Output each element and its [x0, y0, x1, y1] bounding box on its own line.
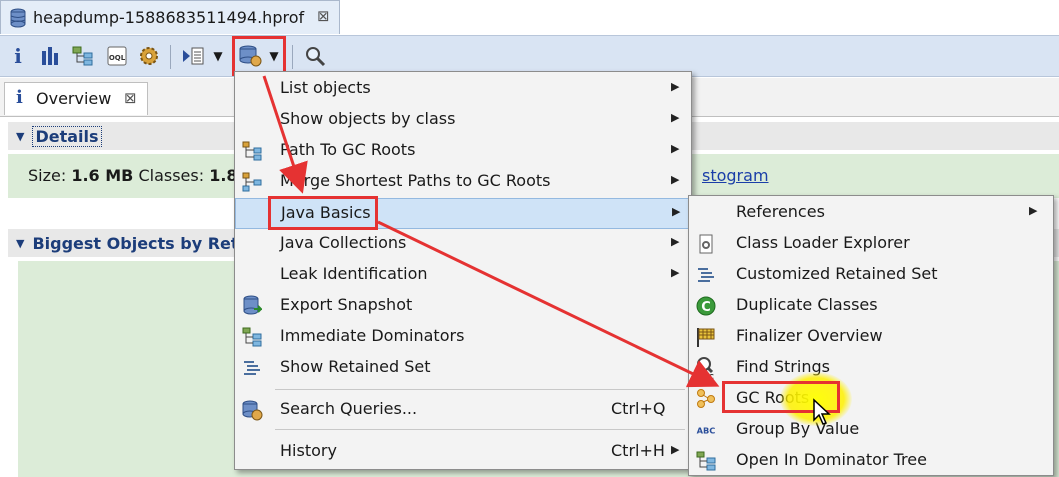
annotation-arrows — [262, 75, 720, 388]
mouse-pointer-icon — [813, 398, 831, 425]
